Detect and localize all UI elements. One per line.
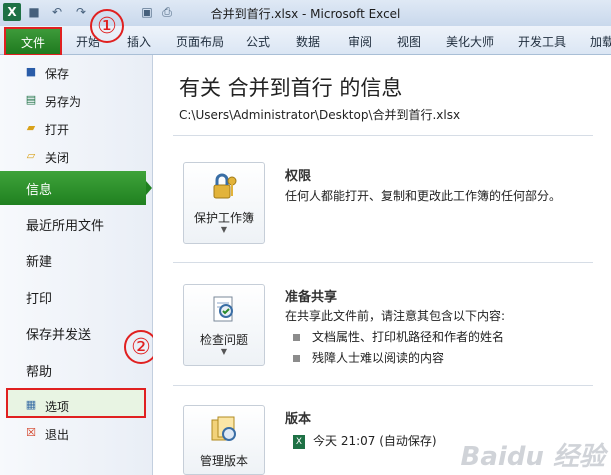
bullet-icon	[293, 355, 300, 362]
nav-close[interactable]: ▱ 关闭	[8, 145, 144, 167]
nav-info[interactable]: 信息	[0, 171, 152, 205]
nav-exit[interactable]: ☒ 退出	[8, 422, 144, 444]
tab-insert[interactable]: 插入	[127, 33, 151, 50]
tab-addins[interactable]: 加载	[590, 33, 611, 50]
list-item-text: 文档属性、打印机路径和作者的姓名	[312, 330, 505, 344]
nav-new-label: 新建	[26, 255, 53, 270]
nav-recent[interactable]: 最近所用文件	[0, 207, 152, 241]
protect-workbook-button[interactable]: 保护工作簿 ▼	[183, 162, 265, 244]
protect-workbook-label: 保护工作簿	[193, 211, 254, 225]
manage-versions-button[interactable]: 管理版本	[183, 405, 265, 475]
permissions-text: 任何人都能打开、复制和更改此工作簿的任何部分。	[285, 189, 562, 203]
prepare-heading: 准备共享	[285, 290, 338, 305]
file-tab[interactable]: 文件	[4, 27, 62, 56]
nav-open[interactable]: ▰ 打开	[8, 117, 144, 139]
check-issues-label: 检查问题	[199, 333, 248, 347]
chevron-down-icon: ▼	[220, 225, 228, 234]
backstage-nav: ■ 保存 ▤ 另存为 ▰ 打开 ▱ 关闭 信息 最近所用文件 新建 打印 保存并…	[0, 55, 153, 475]
page-title: 有关 合并到首行 的信息	[179, 76, 403, 100]
manage-versions-label: 管理版本	[199, 454, 248, 468]
excel-file-icon: X	[293, 434, 305, 449]
tab-data[interactable]: 数据	[296, 33, 320, 50]
lock-key-icon	[213, 173, 237, 199]
nav-close-label: 关闭	[45, 151, 70, 165]
list-item: 残障人士难以阅读的内容	[293, 349, 444, 366]
list-item: 文档属性、打印机路径和作者的姓名	[293, 328, 504, 345]
nav-save-label: 保存	[45, 67, 70, 81]
bullet-icon	[293, 334, 300, 341]
nav-new[interactable]: 新建	[0, 243, 152, 277]
tab-developer[interactable]: 开发工具	[518, 33, 566, 50]
nav-print-label: 打印	[26, 292, 53, 307]
nav-options[interactable]: ▦ 选项	[6, 388, 146, 418]
file-path: C:\Users\Administrator\Desktop\合并到首行.xls…	[179, 108, 461, 122]
version-entry-label: 今天 21:07 (自动保存)	[313, 434, 437, 448]
open-folder-icon: ▰	[26, 121, 36, 134]
permissions-heading: 权限	[285, 169, 312, 184]
nav-save-send-label: 保存并发送	[26, 328, 92, 343]
tab-view[interactable]: 视图	[397, 33, 421, 50]
exit-icon: ☒	[26, 426, 36, 439]
nav-open-label: 打开	[45, 123, 70, 137]
version-entry[interactable]: X 今天 21:07 (自动保存)	[293, 432, 437, 449]
divider	[173, 385, 593, 386]
chevron-down-icon: ▼	[220, 347, 228, 356]
check-issues-button[interactable]: 检查问题 ▼	[183, 284, 265, 366]
info-panel: 有关 合并到首行 的信息 C:\Users\Administrator\Desk…	[153, 55, 611, 475]
nav-help-label: 帮助	[26, 365, 53, 380]
nav-save-as[interactable]: ▤ 另存为	[8, 89, 144, 111]
nav-print[interactable]: 打印	[0, 280, 152, 314]
nav-recent-label: 最近所用文件	[26, 219, 105, 234]
options-icon: ▦	[25, 398, 37, 411]
callout-one: ①	[90, 9, 124, 43]
nav-save[interactable]: ■ 保存	[8, 61, 144, 83]
close-folder-icon: ▱	[26, 149, 36, 162]
nav-info-label: 信息	[26, 183, 53, 198]
save-as-icon: ▤	[25, 93, 37, 106]
prepare-text: 在共享此文件前，请注意其包含以下内容:	[285, 309, 506, 323]
tab-review[interactable]: 审阅	[348, 33, 372, 50]
tab-page-layout[interactable]: 页面布局	[176, 33, 224, 50]
nav-exit-label: 退出	[45, 428, 70, 442]
divider	[173, 262, 593, 263]
versions-heading: 版本	[285, 412, 312, 427]
tab-beautify-master[interactable]: 美化大师	[446, 33, 494, 50]
nav-options-label: 选项	[45, 400, 70, 414]
tab-formulas[interactable]: 公式	[246, 33, 270, 50]
divider	[173, 135, 593, 136]
nav-save-as-label: 另存为	[45, 95, 82, 109]
versions-icon	[211, 416, 236, 441]
save-icon: ■	[25, 65, 37, 78]
list-item-text: 残障人士难以阅读的内容	[312, 351, 445, 365]
inspect-document-icon	[213, 296, 233, 322]
watermark-logo: Baidu 经验	[460, 442, 605, 472]
